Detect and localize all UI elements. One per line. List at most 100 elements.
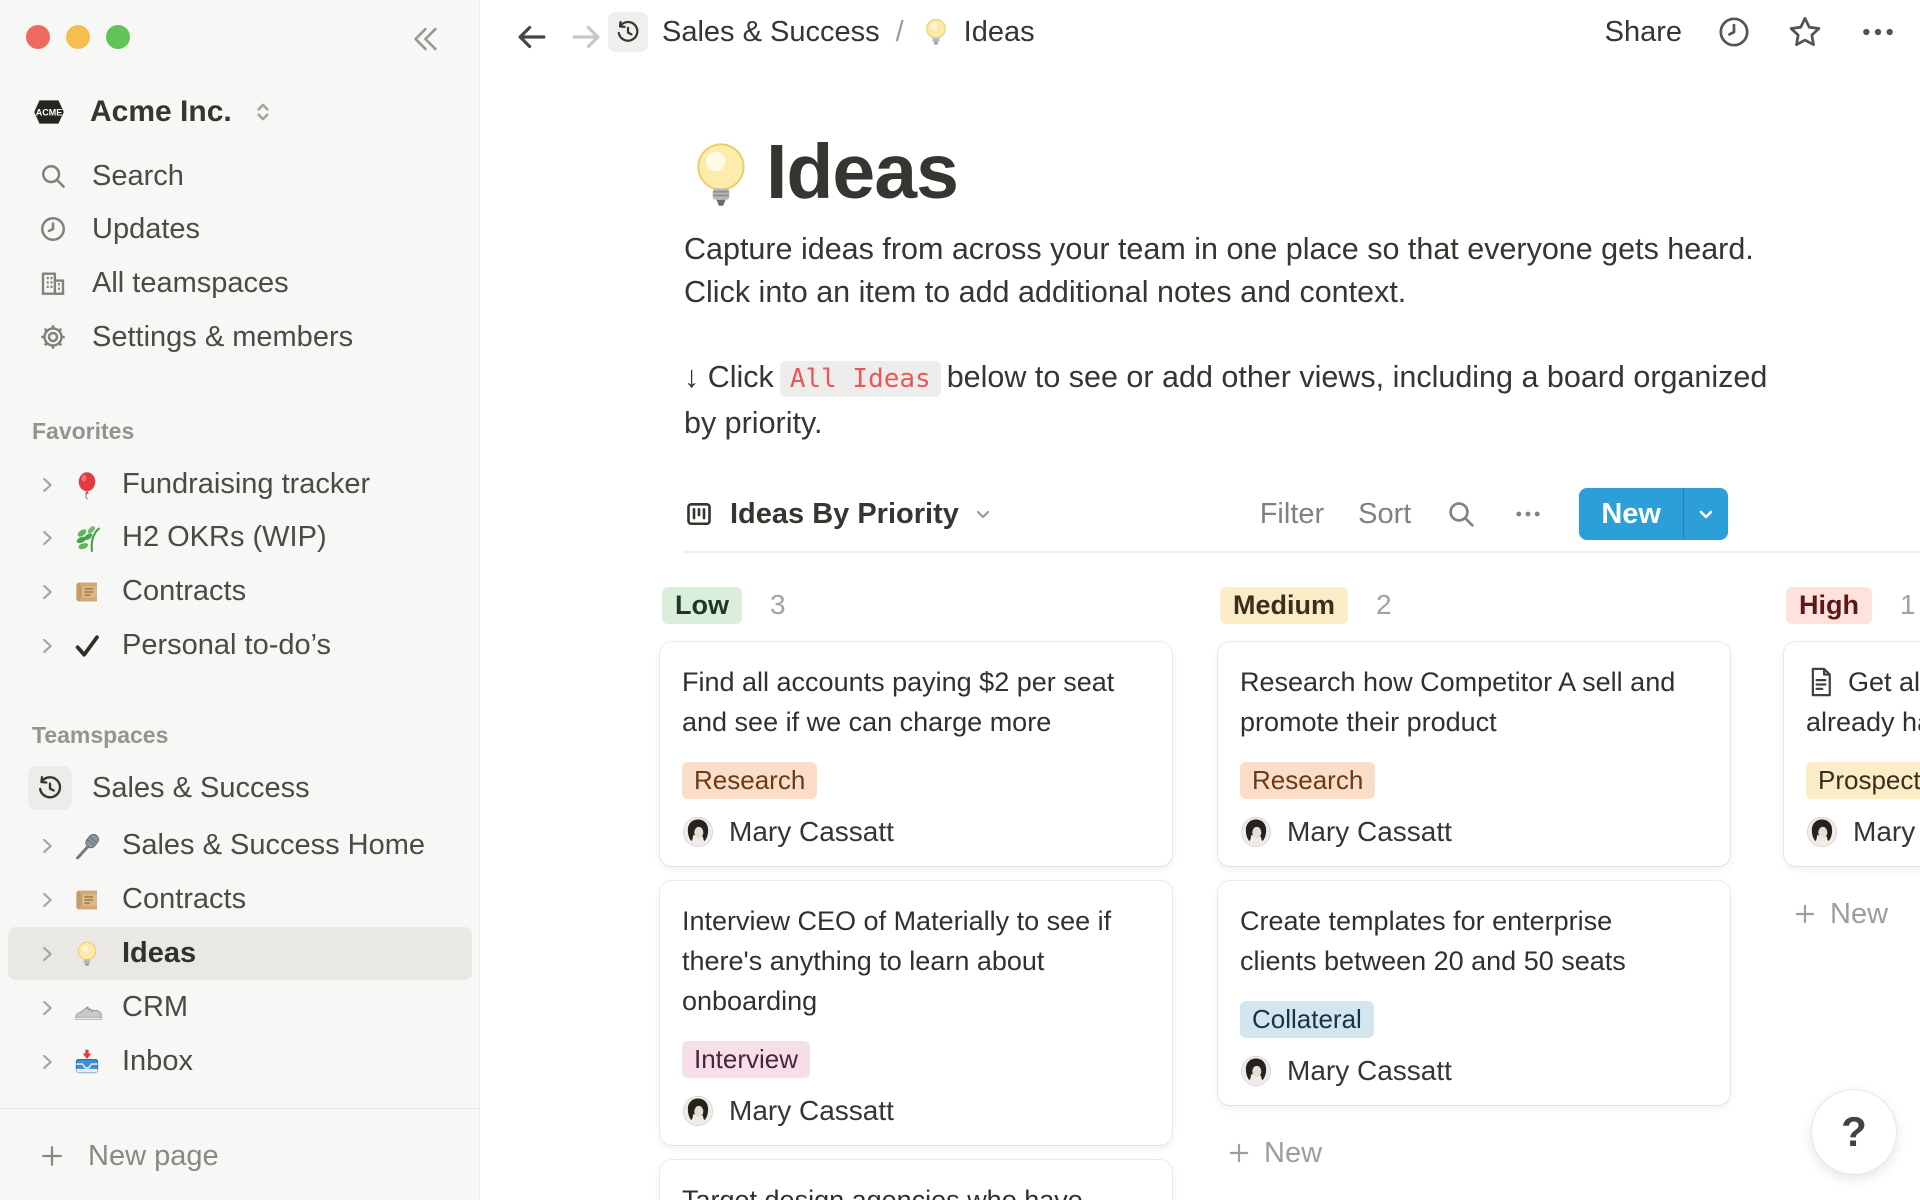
sidebar-item-label: Ideas [122,937,196,970]
new-button[interactable]: New [1579,488,1683,540]
sidebar-item-label: CRM [122,991,188,1024]
sidebar-item-all-teamspaces[interactable]: All teamspaces [0,257,480,309]
chevron-right-icon[interactable] [36,943,58,965]
page-emoji-lightbulb[interactable] [688,140,754,210]
sidebar-item-label: All teamspaces [92,267,289,300]
callout-line: ↓ ClickAll Ideasbelow to see or add othe… [684,355,1767,401]
sidebar-item-sales-success[interactable]: Sales & Success [0,761,480,815]
minimize-button[interactable] [66,25,90,49]
board-card[interactable]: Target design agencies who have [660,1160,1172,1200]
sidebar-item-label: Inbox [122,1045,193,1078]
favorites-section-label: Favorites [32,418,134,445]
new-button-group: New [1579,488,1728,540]
building-icon [38,268,68,298]
sidebar: ACME Acme Inc. Search Updates All teamsp… [0,0,480,1200]
share-button[interactable]: Share [1605,16,1682,49]
gear-icon [38,322,68,352]
sidebar-item-ideas[interactable]: Ideas [8,927,472,980]
sidebar-item-h2-okrs[interactable]: H2 OKRs (WIP) [0,511,480,564]
zoom-button[interactable] [106,25,130,49]
plus-icon [1792,901,1818,927]
history-clock-icon[interactable] [608,12,648,52]
new-page-button[interactable]: New page [0,1130,480,1182]
sidebar-item-settings[interactable]: Settings & members [0,311,480,363]
scroll-icon [72,577,104,607]
chevron-right-icon[interactable] [36,835,58,857]
column-header[interactable]: Low 3 [662,585,1172,625]
add-card-button[interactable]: New [1792,892,1920,936]
column-header[interactable]: Medium 2 [1220,585,1730,625]
sidebar-item-fundraising-tracker[interactable]: Fundraising tracker [0,458,480,511]
column-header[interactable]: High 1 [1786,585,1920,625]
chevron-right-icon[interactable] [36,997,58,1019]
card-person: Mary Cassatt [1806,816,1920,848]
tag-prospect: Prospect [1806,762,1920,799]
avatar [682,1095,714,1127]
sidebar-item-personal-todos[interactable]: Personal to-do’s [0,619,480,672]
search-icon[interactable] [1445,498,1477,530]
sidebar-item-contracts-fav[interactable]: Contracts [0,565,480,618]
balloon-icon [72,470,104,500]
chevron-down-icon [971,502,995,526]
lightbulb-icon [920,16,952,48]
sort-button[interactable]: Sort [1358,498,1411,531]
card-title: Interview CEO of Materially to see if th… [682,901,1150,1021]
clock-icon [38,214,68,244]
chevron-right-icon[interactable] [36,1051,58,1073]
board-card[interactable]: Research how Competitor A sell and promo… [1218,642,1730,866]
chevron-right-icon[interactable] [36,581,58,603]
sidebar-item-sales-success-home[interactable]: Sales & Success Home [0,819,480,872]
more-options-icon[interactable] [1858,12,1898,52]
board-card[interactable]: Find all accounts paying $2 per seat and… [660,642,1172,866]
sidebar-item-label: Sales & Success [92,772,310,805]
help-button[interactable]: ? [1811,1089,1897,1175]
breadcrumb-teamspace[interactable]: Sales & Success [662,16,880,49]
page-title[interactable]: Ideas [766,128,958,217]
close-button[interactable] [26,25,50,49]
check-mark-icon [72,631,104,661]
microphone-icon [72,831,104,861]
sidebar-item-inbox[interactable]: Inbox [0,1035,480,1088]
add-card-button[interactable]: New [1226,1131,1730,1175]
inbox-tray-icon [72,1047,104,1077]
sidebar-item-search[interactable]: Search [0,150,480,202]
sidebar-item-updates[interactable]: Updates [0,203,480,255]
chevron-right-icon[interactable] [36,635,58,657]
sidebar-item-contracts-team[interactable]: Contracts [0,873,480,926]
board-card[interactable]: Interview CEO of Materially to see if th… [660,881,1172,1145]
card-title: Target design agencies who have [682,1180,1150,1200]
card-title: Get all already ha [1806,662,1920,742]
sidebar-item-crm[interactable]: CRM [0,981,480,1034]
workspace-name: Acme Inc. [90,95,232,129]
chevron-right-icon[interactable] [36,889,58,911]
sidebar-item-label: Sales & Success Home [122,829,425,862]
card-person: Mary Cassatt [1240,816,1708,848]
workspace-switcher[interactable]: ACME Acme Inc. [30,86,459,138]
callout-block[interactable]: ↓ ClickAll Ideasbelow to see or add othe… [684,355,1767,445]
sidebar-item-label: H2 OKRs (WIP) [122,521,327,554]
board-column-high: High 1 Get all already ha Prospect Mary … [1784,585,1920,936]
chevron-right-icon[interactable] [36,474,58,496]
favorite-star-icon[interactable] [1786,13,1824,51]
filter-button[interactable]: Filter [1260,498,1324,531]
board-card[interactable]: Get all already ha Prospect Mary Cassatt [1784,642,1920,866]
view-more-options-icon[interactable] [1511,497,1545,531]
board-view-icon [684,499,714,529]
forward-arrow-icon[interactable] [567,18,605,56]
person-name: Mary Cassatt [729,1095,894,1127]
plus-icon [1226,1140,1252,1166]
breadcrumb-page[interactable]: Ideas [964,16,1035,49]
view-tab[interactable]: Ideas By Priority [684,498,995,531]
description-line: Click into an item to add additional not… [684,271,1754,314]
avatar [682,816,714,848]
callout-line: by priority. [684,401,1767,445]
chevron-right-icon[interactable] [36,527,58,549]
new-button-dropdown[interactable] [1684,488,1728,540]
back-arrow-icon[interactable] [513,18,551,56]
description-line: Capture ideas from across your team in o… [684,228,1754,271]
updates-clock-icon[interactable] [1716,14,1752,50]
page-description[interactable]: Capture ideas from across your team in o… [684,228,1754,314]
avatar [1240,816,1272,848]
sidebar-collapse-icon[interactable] [407,22,441,56]
board-card[interactable]: Create templates for enterprise clients … [1218,881,1730,1105]
